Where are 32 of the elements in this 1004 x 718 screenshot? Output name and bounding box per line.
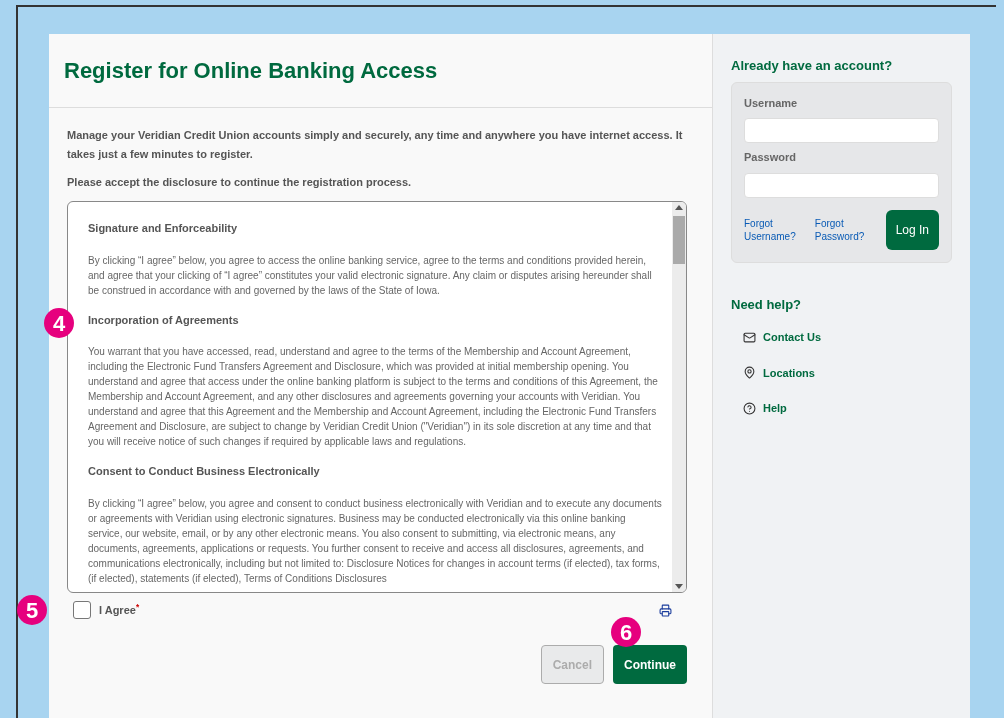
- agree-checkbox[interactable]: [73, 601, 91, 619]
- scrollbar[interactable]: [672, 202, 686, 592]
- section-text: By clicking “I agree” below, you agree to access the online banking service, agree to the terms and conditions provided herein, and agree that your clicking of “I agree” constitutes your valid electronic signature. Any claim or disputes arising hereunder shall be construed in accordance with and governed by the laws of the State of Iowa.: [88, 253, 653, 298]
- section-heading: Consent to Conduct Business Electronically: [88, 464, 321, 479]
- forgot-link[interactable]: Forgot Username?: [744, 216, 806, 243]
- agree-label: I Agree$^{*}$: [99, 601, 140, 618]
- username-field[interactable]: [744, 118, 939, 143]
- password-label: Password: [744, 150, 797, 165]
- map-pin-icon: [743, 366, 756, 380]
- intro-text: Please accept the disclosure to continue the registration process.: [67, 175, 413, 190]
- forgot-link[interactable]: Forgot Password?: [814, 216, 877, 243]
- envelope-icon: [743, 330, 756, 344]
- username-label: Username: [744, 95, 799, 111]
- intro-text: Manage your Veridian Credit Union accounts simply and securely, any time and anywhere you have internet access. It takes just a few minutes to register.: [67, 128, 684, 162]
- page-title: Register for Online Banking Access: [64, 57, 438, 85]
- section-text: You warrant that you have accessed, read, understand and agree to the terms of the Membership and Account Agreement, including the Electronic Fund Transfers Agreement and Disclosure, which was provided at initial membership opening. You understand and agree that access under the online banking platform is subject to the terms and conditions of this Agreement, the Membership and Account Agreement, and any other disclosures and agreements governing your accounts with Veridian. You understand and agree that this Agreement and the Membership and Account Agreement, including the Electronic Fund Transfers Agreement and Disclosure, are subject to change by Veridian Credit Union ("Veridian") in its sole discretion at any time and that you will receive notice of such changes if required by applicable laws and regulations.: [88, 345, 659, 449]
- password-field[interactable]: [744, 172, 939, 198]
- help-heading: Need help?: [731, 295, 803, 314]
- help-link[interactable]: Locations: [763, 364, 815, 381]
- section-heading: Signature and Enforceability: [88, 221, 239, 236]
- section-heading: Incorporation of Agreements: [88, 312, 240, 328]
- print-icon[interactable]: [659, 603, 672, 617]
- callout-badge: 6: [611, 617, 641, 647]
- help-link[interactable]: Contact Us: [763, 329, 822, 346]
- help-icon: [743, 401, 756, 415]
- continue-button[interactable]: Continue: [613, 645, 687, 684]
- help-link[interactable]: Help: [763, 400, 787, 417]
- callout-badge: 5: [17, 595, 47, 625]
- login-button[interactable]: Log In: [885, 209, 939, 250]
- section-text: By clicking “I agree” below, you agree and consent to conduct business electronically with Veridian and to execute any documents or agreements with Veridian using electronic signatures. Business may be conducted electronically via this online banking service, our website, email, or by any other electronic means. You also consent to submitting, via electronic means, any documents, agreements, applications or requests. You further consent to receive and access all disclosures, agreements, and communications electronically, including but not limited to: Disclosure Notices for changes in account terms (if elected), tax forms, (if elected), statements (if elected), Terms of Conditions Disclosures: [88, 496, 662, 586]
- callout-badge: 4: [44, 308, 74, 338]
- login-heading: Already have an account?: [731, 57, 894, 75]
